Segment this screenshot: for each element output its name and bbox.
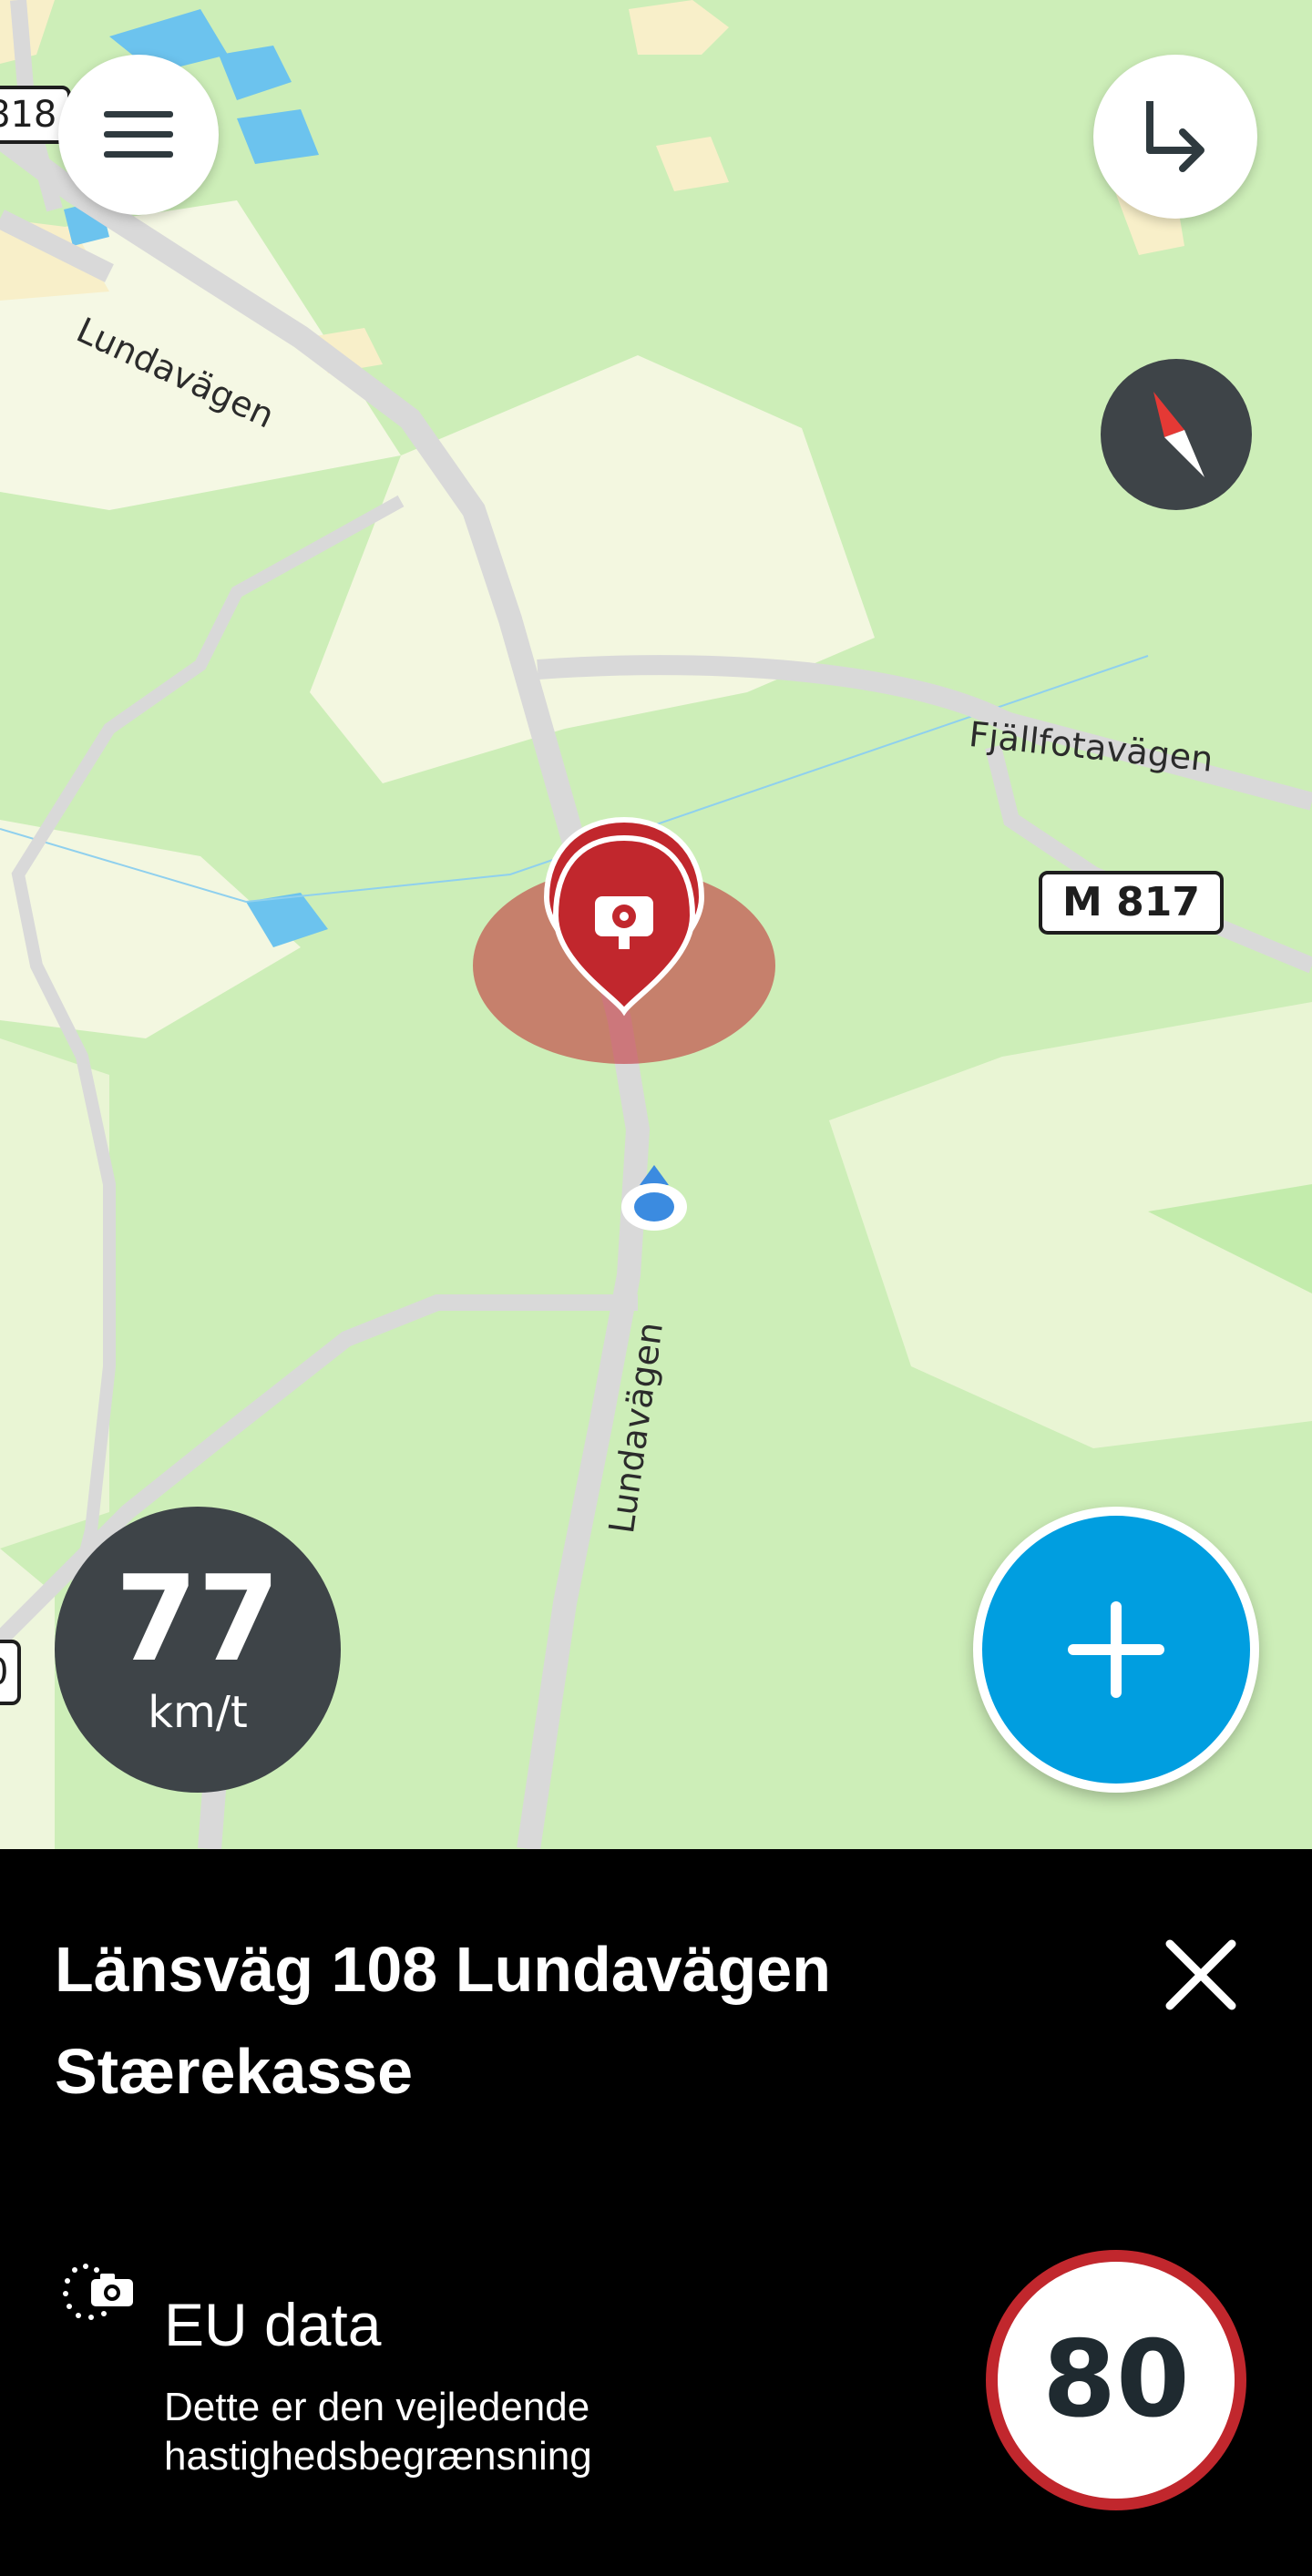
current-speed-badge: 77 km/t bbox=[55, 1507, 341, 1793]
detail-sheet: Länsväg 108 Lundavägen Stærekasse EU dat… bbox=[0, 1849, 1312, 2576]
current-speed-value: 77 bbox=[115, 1549, 281, 1688]
road-shield-left-bottom: 0 bbox=[0, 1640, 22, 1705]
camera-type: Stærekasse bbox=[55, 2036, 414, 2107]
current-position-icon bbox=[621, 1165, 687, 1231]
turn-right-arrow-icon bbox=[1146, 101, 1204, 172]
close-icon bbox=[1165, 1939, 1236, 2010]
current-speed-unit: km/t bbox=[148, 1687, 248, 1738]
menu-button[interactable] bbox=[58, 55, 219, 215]
data-source-description: Dette er den vejledende hastighedsbegræn… bbox=[164, 2385, 592, 2479]
speed-camera-marker[interactable] bbox=[456, 811, 802, 1084]
camera-title: Länsväg 108 Lundavägen Stærekasse bbox=[55, 1918, 1057, 2122]
add-report-button[interactable] bbox=[973, 1507, 1259, 1793]
camera-road-name: Länsväg 108 Lundavägen bbox=[55, 1934, 831, 2005]
hamburger-menu-icon bbox=[104, 111, 173, 158]
close-button[interactable] bbox=[1148, 1922, 1254, 2028]
route-button[interactable] bbox=[1093, 55, 1257, 219]
speed-limit-sign: 80 bbox=[986, 2250, 1246, 2510]
speed-limit-value: 80 bbox=[1042, 2318, 1190, 2441]
plus-icon bbox=[1068, 1601, 1164, 1698]
data-source-title: EU data bbox=[164, 2291, 382, 2358]
road-shield-m817: M 817 bbox=[1039, 871, 1224, 935]
map-view[interactable]: Lundavägen Fjällfotavägen Lundavägen M 8… bbox=[0, 0, 1312, 1849]
compass-button[interactable] bbox=[1101, 359, 1252, 510]
compass-icon bbox=[1153, 392, 1204, 477]
eu-camera-icon bbox=[63, 2264, 133, 2320]
